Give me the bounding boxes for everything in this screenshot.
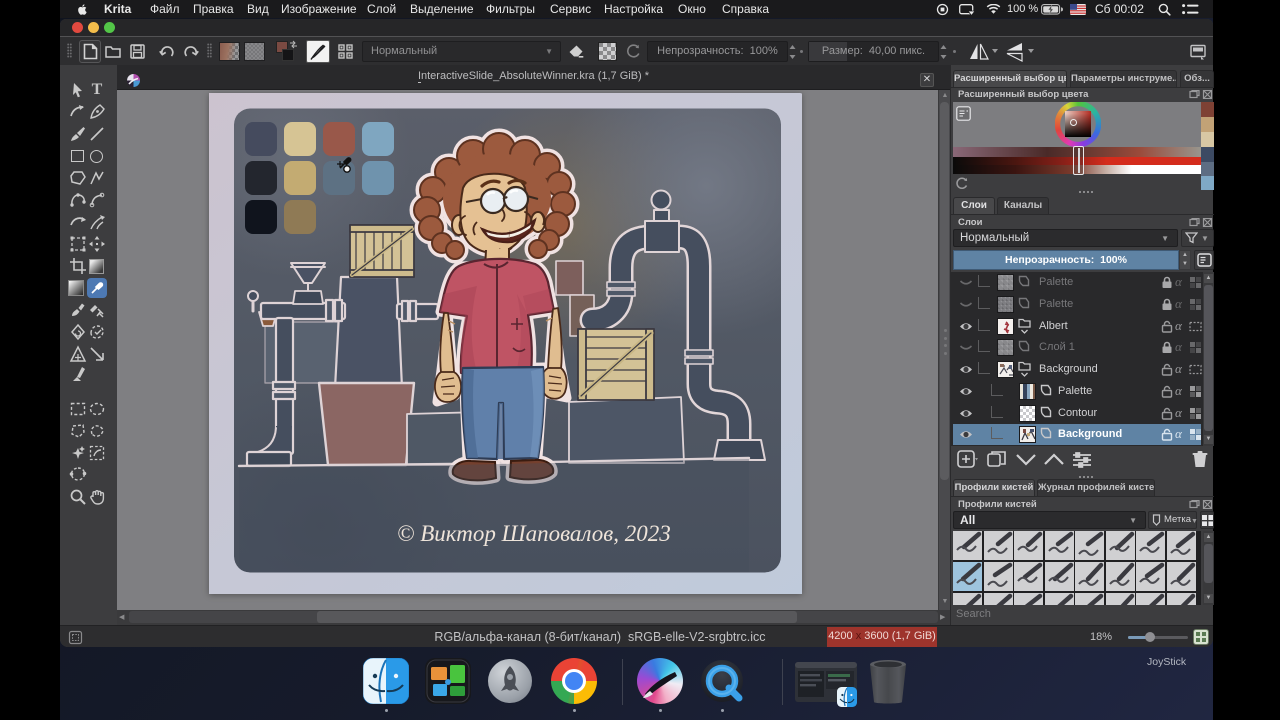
svg-text:© Виктор Шаповалов, 2023: © Виктор Шаповалов, 2023 [397,521,671,546]
